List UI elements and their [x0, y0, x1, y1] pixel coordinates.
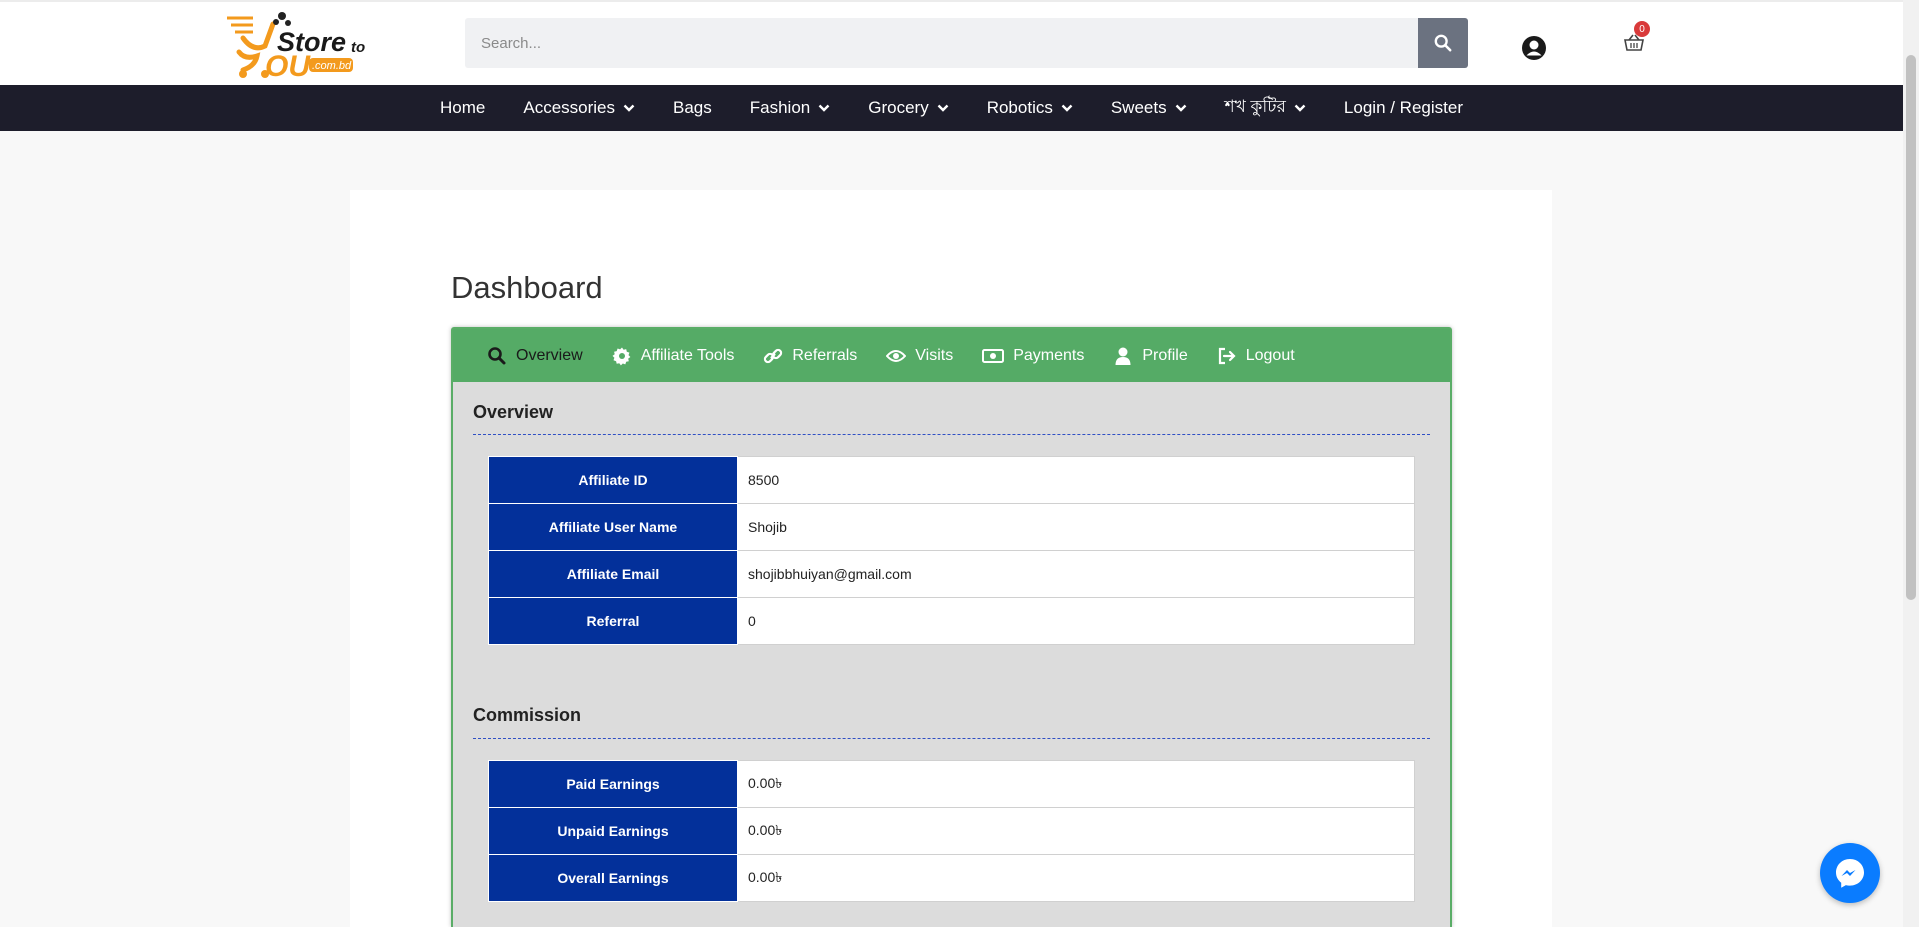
search-icon — [488, 346, 506, 364]
row-value: 0 — [737, 597, 1415, 645]
table-row: Overall Earnings 0.00৳ — [488, 854, 1415, 902]
nav-item-robotics[interactable]: Robotics — [968, 98, 1092, 118]
nav-item-login-register[interactable]: Login / Register — [1325, 98, 1482, 118]
commission-table: Paid Earnings 0.00৳ Unpaid Earnings 0.00৳ … — [488, 760, 1415, 902]
row-label: Affiliate Email — [488, 550, 738, 598]
row-value: Shojib — [737, 503, 1415, 551]
main-navigation: Home Accessories Bags Fashion Grocery Ro… — [0, 85, 1903, 131]
tab-profile[interactable]: Profile — [1113, 346, 1188, 366]
chevron-down-icon — [623, 104, 635, 112]
nav-item-label: Grocery — [868, 98, 929, 117]
nav-item-bags[interactable]: Bags — [654, 98, 731, 118]
page-scrollbar[interactable] — [1903, 0, 1919, 927]
commission-heading: Commission — [473, 705, 582, 725]
svg-text:to: to — [351, 39, 365, 56]
row-value: 0.00৳ — [737, 807, 1415, 855]
row-label: Affiliate ID — [488, 456, 738, 504]
tab-logout[interactable]: Logout — [1217, 346, 1295, 366]
tab-label: Profile — [1142, 346, 1188, 364]
row-value: 8500 — [737, 456, 1415, 504]
tab-overview[interactable]: Overview — [487, 346, 583, 366]
row-value: shojibbhuiyan@gmail.com — [737, 550, 1415, 598]
nav-item-home[interactable]: Home — [421, 98, 504, 118]
overview-table: Affiliate ID 8500 Affiliate User Name Shoj… — [488, 456, 1415, 645]
chevron-down-icon — [818, 104, 830, 112]
user-icon — [1115, 347, 1131, 365]
eye-icon — [886, 349, 907, 362]
chevron-down-icon — [937, 104, 949, 112]
scrollbar-thumb[interactable] — [1906, 55, 1916, 600]
table-row: Unpaid Earnings 0.00৳ — [488, 807, 1415, 855]
nav-item-shokh-kutir[interactable]: শখ কুটির — [1206, 94, 1325, 122]
nav-item-label: Bags — [673, 98, 712, 117]
row-label: Overall Earnings — [488, 854, 738, 902]
chevron-down-icon — [1061, 104, 1073, 112]
nav-item-label: Fashion — [749, 98, 811, 117]
search-icon — [1434, 34, 1452, 52]
messenger-chat-button[interactable] — [1820, 843, 1880, 903]
tab-label: Referrals — [792, 346, 858, 364]
affiliate-dashboard-panel: Overview Affiliate Tools Referrals Visit… — [451, 327, 1452, 927]
section-divider — [473, 738, 1430, 739]
site-header: Store to OU .com.bd 0 — [0, 0, 1903, 85]
logout-icon — [1218, 347, 1236, 364]
section-divider — [473, 434, 1430, 435]
account-button[interactable] — [1521, 35, 1547, 61]
cart-count-badge: 0 — [1634, 21, 1650, 37]
row-value: 0.00৳ — [737, 760, 1415, 808]
nav-item-label: Home — [440, 98, 486, 117]
table-row: Affiliate User Name Shojib — [488, 503, 1415, 551]
nav-item-label: Sweets — [1110, 98, 1167, 117]
nav-item-label: Accessories — [523, 98, 615, 117]
tab-payments[interactable]: Payments — [982, 346, 1084, 366]
gear-icon — [612, 347, 631, 365]
messenger-icon — [1836, 859, 1864, 888]
tab-affiliate-tools[interactable]: Affiliate Tools — [612, 346, 735, 366]
overview-heading: Overview — [473, 402, 554, 422]
search-input[interactable] — [465, 18, 1415, 68]
nav-item-grocery[interactable]: Grocery — [849, 98, 967, 118]
nav-item-label: শখ কুটির — [1224, 97, 1286, 116]
table-row: Affiliate ID 8500 — [488, 456, 1415, 504]
search-bar — [465, 18, 1468, 68]
table-row: Referral 0 — [488, 597, 1415, 645]
search-button[interactable] — [1418, 18, 1468, 68]
chevron-down-icon — [1294, 104, 1306, 112]
tab-visits[interactable]: Visits — [886, 346, 953, 366]
row-label: Unpaid Earnings — [488, 807, 738, 855]
tab-label: Overview — [516, 346, 583, 364]
money-icon — [982, 348, 1005, 363]
dashboard-tabs: Overview Affiliate Tools Referrals Visit… — [453, 329, 1450, 382]
store-logo[interactable]: Store to OU .com.bd — [225, 8, 385, 83]
user-circle-icon — [1522, 36, 1546, 60]
page-title: Dashboard — [451, 270, 603, 305]
svg-text:OU: OU — [265, 50, 311, 80]
row-value: 0.00৳ — [737, 854, 1415, 902]
nav-item-label: Robotics — [986, 98, 1053, 117]
row-label: Referral — [488, 597, 738, 645]
nav-item-sweets[interactable]: Sweets — [1092, 98, 1206, 118]
nav-item-label: Login / Register — [1343, 98, 1463, 117]
table-row: Paid Earnings 0.00৳ — [488, 760, 1415, 808]
table-row: Affiliate Email shojibbhuiyan@gmail.com — [488, 550, 1415, 598]
chevron-down-icon — [1175, 104, 1186, 112]
tab-label: Affiliate Tools — [640, 346, 735, 364]
svg-text:.com.bd: .com.bd — [312, 60, 352, 72]
tab-label: Visits — [915, 346, 954, 364]
tab-referrals[interactable]: Referrals — [763, 346, 857, 366]
nav-item-fashion[interactable]: Fashion — [731, 98, 849, 118]
tab-label: Logout — [1245, 346, 1295, 364]
tab-label: Payments — [1013, 346, 1085, 364]
row-label: Paid Earnings — [488, 760, 738, 808]
nav-item-accessories[interactable]: Accessories — [504, 98, 654, 118]
link-icon — [764, 348, 783, 363]
row-label: Affiliate User Name — [488, 503, 738, 551]
